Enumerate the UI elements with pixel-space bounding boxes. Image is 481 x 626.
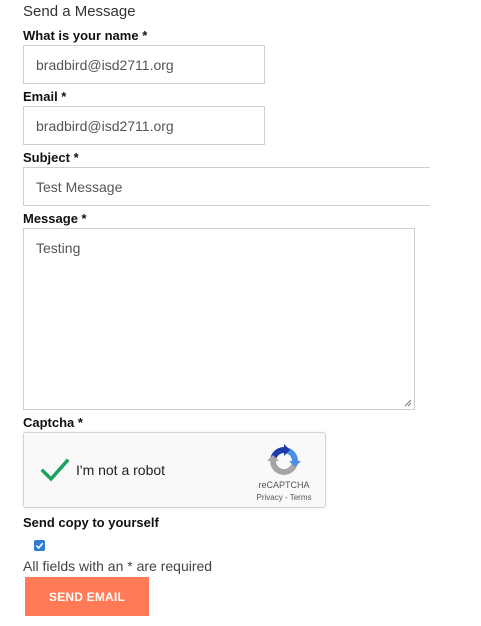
subject-value: Test Message bbox=[36, 178, 123, 195]
message-label: Message * bbox=[23, 211, 87, 226]
subject-label: Subject * bbox=[23, 150, 79, 165]
recaptcha-logo-icon bbox=[267, 444, 301, 475]
name-field[interactable]: bradbird@isd2711.org bbox=[23, 45, 265, 84]
send-copy-checkbox[interactable] bbox=[34, 540, 45, 551]
email-value: bradbird@isd2711.org bbox=[36, 117, 174, 134]
name-value: bradbird@isd2711.org bbox=[36, 56, 174, 73]
checkmark-icon[interactable] bbox=[38, 453, 72, 487]
copy-label: Send copy to yourself bbox=[23, 515, 159, 530]
email-label: Email * bbox=[23, 89, 67, 104]
message-field[interactable]: Testing bbox=[23, 228, 415, 410]
form-heading: Send a Message bbox=[23, 3, 136, 20]
check-icon bbox=[35, 542, 44, 550]
send-email-button[interactable]: SEND EMAIL bbox=[25, 577, 149, 616]
recaptcha-widget[interactable]: I'm not a robot reCAPTCHA Privacy - Term… bbox=[23, 432, 326, 508]
required-note: All fields with an * are required bbox=[23, 558, 213, 574]
captcha-text: I'm not a robot bbox=[76, 462, 166, 478]
captcha-privacy-terms[interactable]: Privacy - Terms bbox=[246, 493, 322, 502]
resize-grip-icon[interactable] bbox=[404, 399, 412, 407]
subject-field[interactable]: Test Message bbox=[23, 167, 430, 206]
name-label: What is your name * bbox=[23, 28, 148, 43]
message-value: Testing bbox=[36, 240, 81, 256]
email-field[interactable]: bradbird@isd2711.org bbox=[23, 106, 265, 145]
captcha-label: Captcha * bbox=[23, 415, 83, 430]
captcha-brand: reCAPTCHA bbox=[258, 480, 310, 490]
